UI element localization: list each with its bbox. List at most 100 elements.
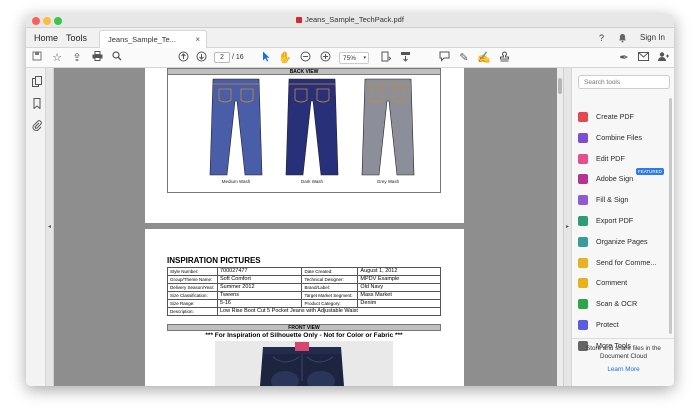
zoom-out-icon[interactable] [298, 51, 312, 65]
fill-sign-icon [578, 195, 588, 206]
app-window: Jeans_Sample_TechPack.pdf Home Tools Jea… [26, 14, 674, 386]
spec-label: Size Classification: [167, 291, 218, 300]
print-icon[interactable] [90, 51, 104, 65]
sign-in-button[interactable]: Sign In [640, 28, 665, 48]
tool-item[interactable]: Send for Comme... [578, 256, 673, 270]
tool-item[interactable]: Combine Files [578, 131, 673, 145]
spec-value: August 1, 2012 [357, 267, 441, 276]
collapse-left-pane-button[interactable]: ◂ [46, 68, 54, 386]
tab-tools[interactable]: Tools [66, 28, 87, 48]
tool-item[interactable]: Export PDF [578, 214, 673, 228]
search-icon[interactable] [110, 51, 124, 65]
jeans-label-grey: Grey Wash [376, 179, 400, 184]
tool-item[interactable]: Create PDF [578, 110, 673, 124]
promo-line-1: Store and share files in the [586, 345, 661, 352]
zoom-in-icon[interactable] [318, 51, 332, 65]
hand-tool-icon[interactable]: ✋ [278, 51, 292, 65]
select-cursor-icon[interactable] [259, 51, 273, 65]
tool-item[interactable]: Comment [578, 276, 673, 290]
learn-more-link[interactable]: Learn More [572, 366, 674, 374]
table-row: Group/Theme Name: Soft Comfort Technical… [167, 275, 441, 284]
spec-value: MPDV Example [357, 275, 441, 284]
featured-badge: FEATURED [636, 168, 664, 176]
help-icon[interactable]: ? [599, 28, 604, 48]
jeans-labels-row: Medium Wash Dark Wash Grey Wash [167, 179, 441, 187]
spec-table: Style Number: 700027477 Date Created: Au… [167, 267, 442, 316]
spec-value: 700027477 [216, 267, 303, 276]
scroll-mode-icon[interactable] [398, 51, 412, 65]
document-tab-label: Jeans_Sample_Te... [108, 35, 176, 44]
spec-label: Style Number: [167, 267, 218, 276]
organize-pages-icon [578, 236, 588, 247]
main-toolbar: ☆ ⇪ 2 / 16 ✋ 75% ▾ ✎ ✍ ✒ [26, 48, 674, 68]
email-icon[interactable] [636, 51, 650, 65]
sign-icon[interactable]: ✍ [477, 51, 491, 65]
table-row: Delivery Season/Year: Summer 2012 Brand/… [167, 283, 441, 292]
tool-item[interactable]: Adobe Sign FEATURED [578, 168, 673, 186]
tab-document[interactable]: Jeans_Sample_Te... × [99, 30, 207, 48]
spec-value: Tweens [216, 291, 303, 300]
adobe-sign-icon [578, 174, 588, 185]
page-down-icon[interactable] [194, 51, 208, 65]
comment-icon[interactable] [437, 51, 451, 65]
spec-value: Summer 2012 [216, 283, 303, 292]
page-navigator: 2 / 16 [214, 52, 244, 64]
window-title: Jeans_Sample_TechPack.pdf [26, 15, 674, 24]
attachments-icon[interactable] [31, 120, 42, 131]
jeans-label-dark: Dark Wash [300, 179, 324, 184]
spec-value: 5-16 [216, 299, 303, 308]
zoom-level-select[interactable]: 75% ▾ [339, 52, 369, 64]
jeans-back-view-drawings [209, 78, 415, 176]
page-up-icon[interactable] [176, 51, 190, 65]
tool-item-label: Create PDF [596, 112, 634, 121]
pdf-file-icon [296, 17, 303, 23]
share-user-icon[interactable] [656, 51, 670, 65]
table-row: Description: Low Rise Boot Cut 5 Pocket … [167, 307, 442, 316]
tool-item[interactable]: Organize Pages [578, 235, 673, 249]
front-view-caption: *** For Inspiration of Silhouette Only -… [205, 332, 403, 339]
tool-item[interactable]: Fill & Sign [578, 193, 673, 207]
jeans-drawing [361, 78, 415, 176]
title-bar: Jeans_Sample_TechPack.pdf [26, 14, 674, 28]
spec-label: Description: [167, 307, 218, 316]
highlight-pen-icon[interactable]: ✎ [457, 51, 471, 65]
tools-pane-scrollbar[interactable] [669, 98, 672, 334]
pdf-page-inspiration: INSPIRATION PICTURES Style Number: 70002… [145, 229, 464, 386]
comment-icon [578, 278, 588, 289]
spec-label: Delivery Season/Year: [167, 283, 218, 292]
page-number-input[interactable]: 2 [214, 52, 230, 63]
tool-item[interactable]: Protect [578, 318, 673, 332]
tool-item-label: Fill & Sign [596, 195, 629, 205]
jeans-label-medium: Medium Wash [221, 179, 251, 184]
spec-label: Target Market Segment: [301, 291, 359, 300]
spec-label: Size Range: [167, 299, 218, 308]
tool-item-label: Export PDF [596, 216, 634, 225]
search-tools-input[interactable] [578, 75, 670, 89]
document-view[interactable]: BACK VIEW Medium Wash Dark Wash Grey Was… [54, 68, 557, 386]
promo-line-2: Document Cloud [600, 353, 647, 360]
scrollbar-thumb[interactable] [558, 78, 562, 94]
stamp-icon[interactable] [497, 51, 511, 65]
tool-item[interactable]: Scan & OCR [578, 297, 673, 311]
fit-page-icon[interactable] [378, 51, 392, 65]
tool-item-label: Comment [596, 278, 628, 288]
pdf-page-back-view: BACK VIEW Medium Wash Dark Wash Grey Was… [145, 68, 464, 223]
chevron-down-icon: ▾ [363, 55, 366, 61]
combine-files-icon [578, 132, 588, 143]
table-row: Style Number: 700027477 Date Created: Au… [167, 267, 441, 276]
tools-pane: Create PDF Combine Files Edit PDF Adobe Sig… [571, 68, 674, 386]
close-tab-icon[interactable]: × [195, 31, 200, 48]
notifications-icon[interactable] [618, 28, 627, 48]
front-view-header: FRONT VIEW [167, 324, 441, 331]
tab-home[interactable]: Home [34, 28, 58, 48]
save-icon[interactable] [30, 51, 44, 65]
upload-icon[interactable]: ⇪ [70, 51, 84, 65]
spec-value: Denim [357, 299, 441, 308]
fill-sign-icon[interactable]: ✒ [617, 51, 631, 65]
tool-item[interactable]: Edit PDF [578, 152, 673, 166]
collapse-right-pane-button[interactable]: ▸ [563, 68, 571, 386]
bookmark-star-icon[interactable]: ☆ [50, 51, 64, 65]
page-thumbnails-icon[interactable] [31, 76, 42, 87]
page-separator: / [231, 54, 234, 61]
bookmarks-icon[interactable] [31, 98, 42, 110]
